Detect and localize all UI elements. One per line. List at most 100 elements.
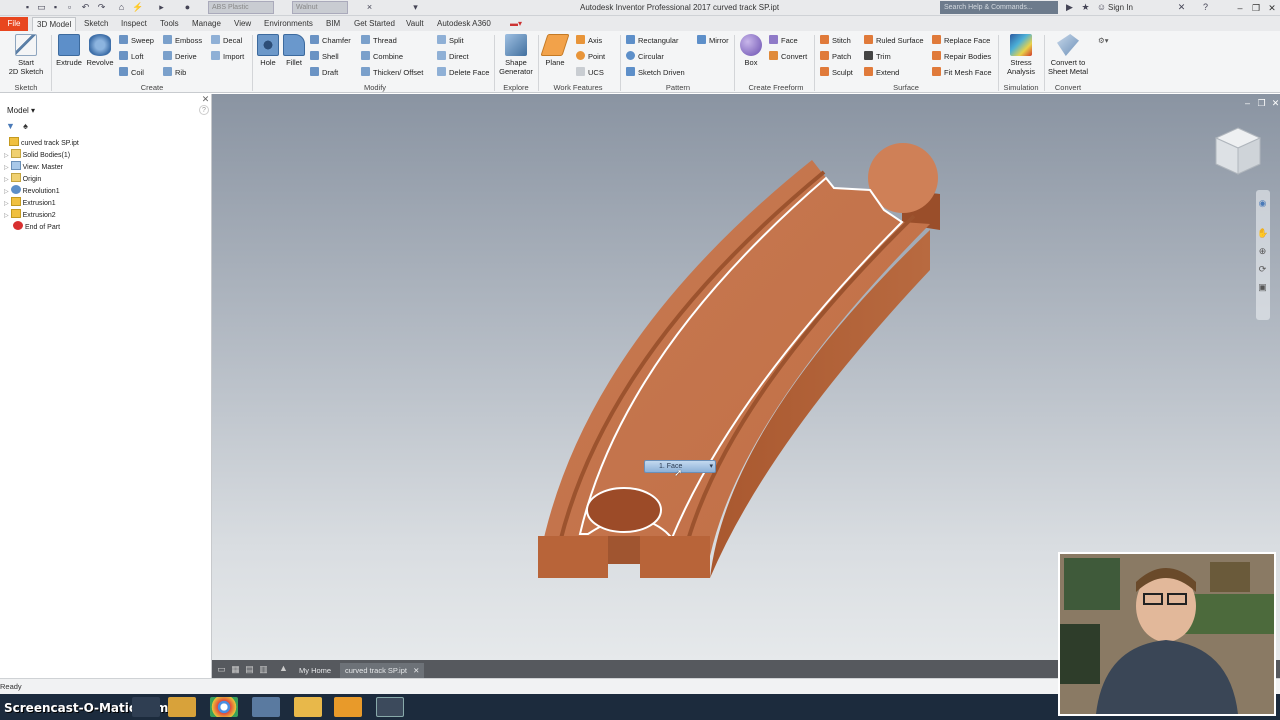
replace-face-button[interactable]: Replace Face — [932, 35, 990, 47]
plane-button[interactable]: Plane — [540, 34, 570, 67]
undo-icon[interactable]: ↶ — [80, 2, 91, 13]
direct-button[interactable]: Direct — [437, 51, 469, 63]
browser-title-dropdown[interactable]: Model ▾ — [7, 106, 35, 115]
ruled-surface-button[interactable]: Ruled Surface — [864, 35, 924, 47]
tree-item-end-of-part[interactable]: End of Part — [13, 221, 60, 232]
fit-mesh-face-button[interactable]: Fit Mesh Face — [932, 67, 992, 79]
save-as-icon[interactable]: ▫ — [64, 2, 75, 13]
binoculars-search-icon[interactable]: ♠ — [20, 121, 31, 132]
vertical-tile-icon[interactable]: ▥ — [258, 664, 269, 675]
open-icon[interactable]: ▭ — [36, 2, 47, 13]
thread-button[interactable]: Thread — [361, 35, 397, 47]
decal-button[interactable]: Decal — [211, 35, 242, 47]
axis-button[interactable]: Axis — [576, 35, 602, 47]
stress-analysis-button[interactable]: Stress Analysis — [1002, 34, 1040, 76]
tab-view[interactable]: View — [230, 17, 255, 31]
taskbar-app-icon[interactable] — [252, 697, 280, 717]
exchange-icon[interactable]: ✕ — [1176, 2, 1187, 13]
tab-environments[interactable]: Environments — [260, 17, 317, 31]
file-explorer-icon[interactable] — [294, 697, 322, 717]
loft-button[interactable]: Loft — [119, 51, 144, 63]
coil-button[interactable]: Coil — [119, 67, 144, 79]
snipping-tool-icon[interactable] — [376, 697, 404, 717]
home-icon[interactable]: ⌂ — [116, 2, 127, 13]
group-modify[interactable]: Modify — [350, 83, 400, 92]
close-tab-icon[interactable]: ✕ — [413, 666, 419, 675]
sketch-driven-pattern-button[interactable]: Sketch Driven — [626, 67, 685, 79]
inventor-taskbar-icon[interactable] — [334, 697, 362, 717]
tab-3d-model[interactable]: 3D Model — [32, 17, 77, 31]
rib-button[interactable]: Rib — [163, 67, 186, 79]
tree-item-view-master[interactable]: ▷ View: Master — [4, 161, 63, 172]
hole-button[interactable]: Hole — [255, 34, 281, 67]
sculpt-button[interactable]: Sculpt — [820, 67, 853, 79]
chamfer-button[interactable]: Chamfer — [310, 35, 351, 47]
fillet-button[interactable]: Fillet — [281, 34, 307, 67]
horizontal-tile-icon[interactable]: ▤ — [244, 664, 255, 675]
close-icon[interactable]: ✕ — [1266, 2, 1278, 14]
tab-sketch[interactable]: Sketch — [80, 17, 112, 31]
tree-item-part[interactable]: curved track SP.ipt — [9, 137, 79, 148]
update-icon[interactable]: ⚡ — [132, 2, 143, 13]
revolve-button[interactable]: Revolve — [85, 34, 115, 67]
sign-in-link[interactable]: Sign In — [1108, 3, 1133, 12]
taskbar-app-icon[interactable] — [132, 697, 160, 717]
tab-inspect[interactable]: Inspect — [117, 17, 151, 31]
help-icon[interactable]: ? — [1200, 2, 1211, 13]
ribbon-settings-icon[interactable]: ⚙▾ — [1098, 35, 1109, 47]
cascade-icon[interactable]: ▭ — [216, 664, 227, 675]
tree-item-extrusion2[interactable]: ▷ Extrusion2 — [4, 209, 56, 220]
sweep-button[interactable]: Sweep — [119, 35, 154, 47]
tab-manage[interactable]: Manage — [188, 17, 225, 31]
point-button[interactable]: Point — [576, 51, 605, 63]
tab-file[interactable]: File — [0, 17, 28, 31]
stitch-button[interactable]: Stitch — [820, 35, 851, 47]
shape-generator-button[interactable]: Shape Generator — [497, 34, 535, 76]
extend-button[interactable]: Extend — [864, 67, 899, 79]
convert-to-sheet-metal-button[interactable]: Convert to Sheet Metal — [1046, 34, 1090, 76]
ribbon-options-icon[interactable]: ▬▾ — [506, 17, 526, 31]
media-player-icon[interactable] — [168, 697, 196, 717]
binoculars-icon[interactable]: ▶ — [1064, 2, 1075, 13]
search-input[interactable]: Search Help & Commands... — [940, 1, 1058, 14]
delete-face-button[interactable]: Delete Face — [437, 67, 489, 79]
box-button[interactable]: Box — [738, 34, 764, 67]
material-dropdown[interactable]: ABS Plastic — [208, 1, 274, 14]
patch-button[interactable]: Patch — [820, 51, 851, 63]
tree-item-solid-bodies[interactable]: ▷ Solid Bodies(1) — [4, 149, 70, 160]
draft-button[interactable]: Draft — [310, 67, 338, 79]
color-icon[interactable]: ● — [182, 2, 193, 13]
close-panel-icon[interactable]: ✕ — [200, 94, 211, 105]
tab-get-started[interactable]: Get Started — [350, 17, 399, 31]
split-button[interactable]: Split — [437, 35, 464, 47]
tab-tools[interactable]: Tools — [156, 17, 183, 31]
tile-icon[interactable]: ▦ — [230, 664, 241, 675]
tree-item-extrusion1[interactable]: ▷ Extrusion1 — [4, 197, 56, 208]
tab-curved-track[interactable]: curved track SP.ipt ✕ — [340, 663, 425, 678]
ucs-button[interactable]: UCS — [576, 67, 604, 79]
start-2d-sketch-button[interactable]: Start 2D Sketch — [6, 34, 46, 76]
derive-button[interactable]: Derive — [163, 51, 197, 63]
tab-vault[interactable]: Vault — [402, 17, 428, 31]
restore-icon[interactable]: ❐ — [1250, 2, 1262, 14]
appearance-dropdown[interactable]: Walnut — [292, 1, 348, 14]
redo-icon[interactable]: ↷ — [96, 2, 107, 13]
combine-button[interactable]: Combine — [361, 51, 403, 63]
import-button[interactable]: Import — [211, 51, 244, 63]
select-icon[interactable]: ▸ — [156, 2, 167, 13]
tree-item-origin[interactable]: ▷ Origin — [4, 173, 41, 184]
favorite-icon[interactable]: ★ — [1080, 2, 1091, 13]
rectangular-pattern-button[interactable]: Rectangular — [626, 35, 678, 47]
thicken-offset-button[interactable]: Thicken/ Offset — [361, 67, 423, 79]
new-icon[interactable]: ▪ — [22, 2, 33, 13]
tab-menu-icon[interactable]: ▲ — [278, 663, 289, 674]
clear-override-icon[interactable]: × — [364, 2, 375, 13]
tree-item-revolution1[interactable]: ▷ Revolution1 — [4, 185, 60, 196]
tab-my-home[interactable]: My Home — [294, 663, 336, 678]
save-icon[interactable]: ▪ — [50, 2, 61, 13]
minimize-icon[interactable]: – — [1234, 2, 1246, 14]
freeform-convert-button[interactable]: Convert — [769, 51, 807, 63]
chevron-down-icon[interactable]: ▾ — [709, 461, 713, 472]
tab-bim[interactable]: BIM — [322, 17, 344, 31]
trim-button[interactable]: Trim — [864, 51, 891, 63]
